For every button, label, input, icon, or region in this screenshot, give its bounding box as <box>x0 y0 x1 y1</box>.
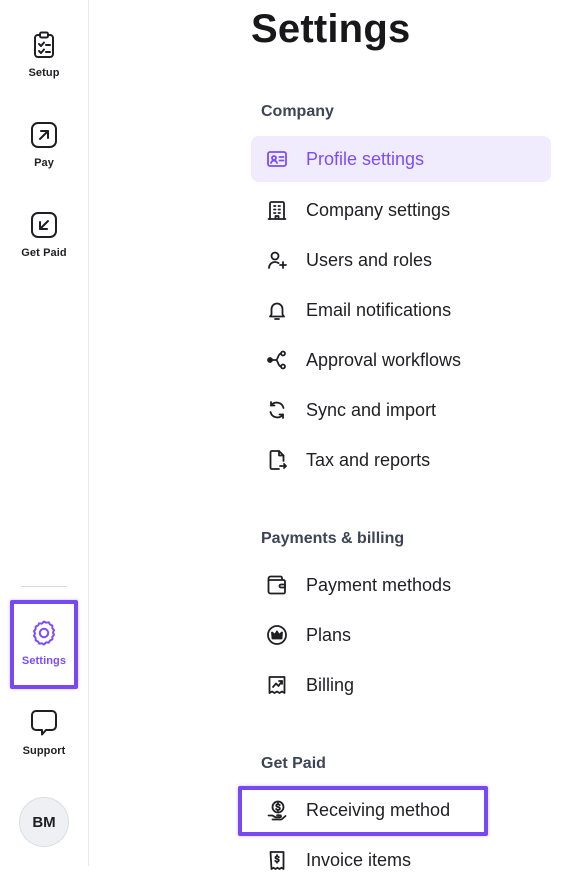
side-rail: Setup Pay Get Paid Settings Support BM <box>0 0 89 866</box>
menu-item-tax-and-reports[interactable]: Tax and reports <box>251 437 551 483</box>
rail-item-label: Get Paid <box>21 247 67 259</box>
rail-item-setup[interactable]: Setup <box>0 17 88 87</box>
section-label-get-paid: Get Paid <box>261 755 326 772</box>
rail-item-support[interactable]: Support <box>0 695 88 765</box>
rail-item-label: Support <box>22 745 66 757</box>
arrow-down-left-icon <box>31 212 57 238</box>
invoice-icon <box>269 851 285 870</box>
chat-bubble-icon <box>31 710 57 736</box>
menu-item-label: Users and roles <box>306 249 433 270</box>
menu-item-label: Billing <box>306 674 355 695</box>
menu-item-label: Tax and reports <box>306 449 431 470</box>
menu-item-email-notifications[interactable]: Email notifications <box>251 287 551 333</box>
avatar-initials: BM <box>32 813 56 831</box>
rail-item-pay[interactable]: Pay <box>0 107 88 177</box>
menu-item-company-settings[interactable]: Company settings <box>251 187 551 233</box>
menu-item-label: Invoice items <box>306 849 412 870</box>
section-label-company: Company <box>261 103 334 120</box>
menu-item-label: Sync and import <box>306 399 437 420</box>
menu-item-label: Plans <box>306 624 352 645</box>
clipboard-check-icon <box>34 31 54 58</box>
bell-icon <box>269 302 285 320</box>
section-label-payments-billing: Payments & billing <box>261 530 405 547</box>
wallet-icon <box>267 575 286 595</box>
menu-item-billing[interactable]: Billing <box>251 662 551 708</box>
rail-item-label: Pay <box>34 157 54 169</box>
menu-item-label: Company settings <box>306 199 451 220</box>
building-icon <box>267 201 287 220</box>
menu-item-sync-and-import[interactable]: Sync and import <box>251 387 551 433</box>
menu-item-approval-workflows[interactable]: Approval workflows <box>251 337 551 383</box>
id-card-icon <box>267 151 287 167</box>
menu-item-profile-settings[interactable]: Profile settings <box>251 136 551 182</box>
receiving-method-highlight-box <box>238 786 488 836</box>
rail-divider <box>21 586 67 587</box>
document-export-icon <box>269 450 287 470</box>
menu-item-invoice-items[interactable]: Invoice items <box>251 837 551 883</box>
sync-icon <box>269 401 285 419</box>
receipt-icon <box>268 676 286 694</box>
menu-item-label: Profile settings <box>306 148 425 169</box>
menu-item-plans[interactable]: Plans <box>251 612 551 658</box>
settings-highlight-box <box>10 600 78 689</box>
menu-item-payment-methods[interactable]: Payment methods <box>251 562 551 608</box>
arrow-up-right-icon <box>31 122 57 148</box>
rail-item-label: Setup <box>28 67 60 79</box>
user-plus-icon <box>268 251 287 269</box>
crown-icon <box>267 625 287 645</box>
menu-item-users-and-roles[interactable]: Users and roles <box>251 237 551 283</box>
avatar[interactable]: BM <box>19 797 69 847</box>
rail-item-get-paid[interactable]: Get Paid <box>0 197 88 267</box>
workflow-icon <box>267 350 286 370</box>
menu-item-label: Email notifications <box>306 299 452 320</box>
menu-item-label: Payment methods <box>306 574 452 595</box>
page-title: Settings <box>251 7 411 51</box>
menu-item-label: Approval workflows <box>306 349 462 370</box>
